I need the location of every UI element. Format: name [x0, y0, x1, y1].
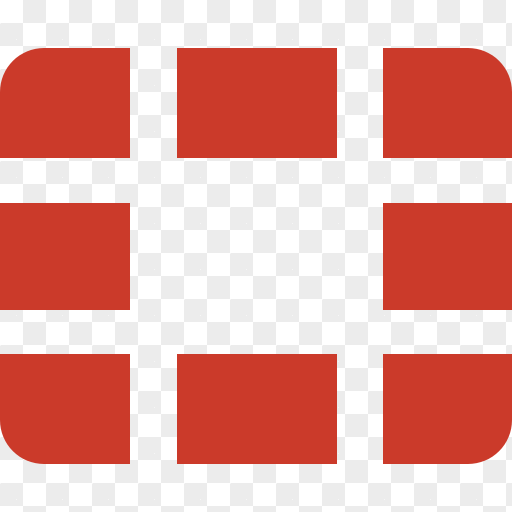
logo-tile-r1-c1 — [0, 48, 130, 158]
transparent-checkerboard-background — [0, 0, 512, 512]
logo-tile-r3-c1 — [0, 354, 130, 464]
logo-tile-r1-c3 — [383, 48, 512, 158]
logo-tile-r1-c2 — [177, 48, 337, 158]
logo-tile-r3-c3 — [383, 354, 512, 464]
grid-logo-icon — [0, 48, 512, 464]
logo-tile-r2-c3 — [383, 203, 512, 310]
logo-tile-r3-c2 — [177, 354, 337, 464]
logo-tile-r2-c1 — [0, 203, 130, 310]
